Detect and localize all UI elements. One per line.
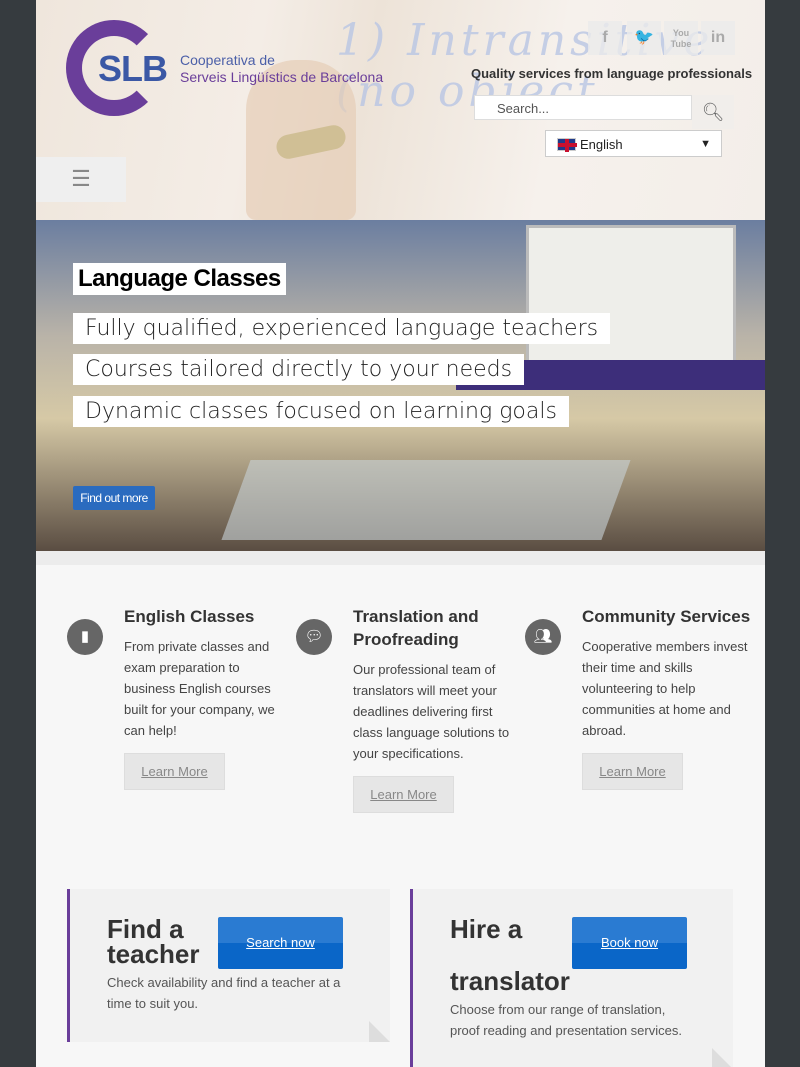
search-now-button[interactable]: Search now [218,917,343,969]
hero-title: Language Classes [73,263,286,295]
feature-title: Community Services [582,607,751,626]
header: 1) Intransitive (no object SLB Cooperati… [36,0,765,220]
language-selected: English [580,137,623,152]
page: 1) Intransitive (no object SLB Cooperati… [36,0,765,1067]
language-select[interactable]: English ▼ [545,130,722,157]
logo-line1: Cooperativa de [180,52,275,68]
hero-line: Fully qualified, experienced language te… [73,313,611,344]
learn-more-button[interactable]: Learn More [124,753,225,790]
logo-abbr: SLB [98,48,168,89]
feature-translation: 💬︎ Translation and Proofreading Our prof… [296,605,523,813]
feature-title: Translation and Proofreading [353,607,479,649]
linkedin-icon[interactable]: in [701,21,735,55]
feature-text: From private classes and exam preparatio… [124,639,275,738]
cta-hire-translator: Hire a translator Book now Choose from ou… [410,889,733,1067]
cta-find-teacher: Find a teacher Search now Check availabil… [67,889,390,1042]
feature-text: Our professional team of translators wil… [353,662,510,761]
cta-text: Choose from our range of translation, pr… [450,1002,682,1038]
uk-flag-icon [557,138,577,152]
page-fold-corner [369,1021,390,1042]
divider [36,551,765,565]
group-icon: 👥︎ [525,619,561,655]
learn-more-button[interactable]: Learn More [582,753,683,790]
feature-text: Cooperative members invest their time an… [582,639,748,738]
twitter-icon[interactable]: 🐦 [627,21,661,55]
book-icon: ▮ [67,619,103,655]
search-input[interactable]: Search... [474,95,692,120]
find-out-more-button[interactable]: Find out more [73,486,155,510]
chat-icon: 💬︎ [296,619,332,655]
logo-line2: Serveis Lingüístics de Barcelona [180,69,384,85]
cta-title: Hire a translator [450,914,570,996]
feature-title: English Classes [124,607,255,626]
cta-title: Find a teacher [107,914,200,969]
cta-text: Check availability and find a teacher at… [107,975,341,1011]
feature-english-classes: ▮ English Classes From private classes a… [67,605,294,790]
hero-table [221,460,631,540]
book-now-button[interactable]: Book now [572,917,687,969]
page-fold-corner [712,1048,733,1067]
youtube-icon[interactable]: You Tube [664,21,698,55]
chevron-down-icon: ▼ [700,138,711,150]
facebook-icon[interactable]: f [588,21,622,55]
hamburger-menu-icon[interactable]: ☰ [36,157,126,202]
learn-more-button[interactable]: Learn More [353,776,454,813]
hero-line: Courses tailored directly to your needs [73,354,525,385]
feature-community: 👥︎ Community Services Cooperative member… [525,605,752,790]
tagline: Quality services from language professio… [471,66,753,81]
hero-banner: Language Classes Fully qualified, experi… [36,220,765,551]
hero-line: Dynamic classes focused on learning goal… [73,396,569,427]
search-icon[interactable]: 🔍︎ [692,95,734,129]
hero-whiteboard [526,225,736,375]
